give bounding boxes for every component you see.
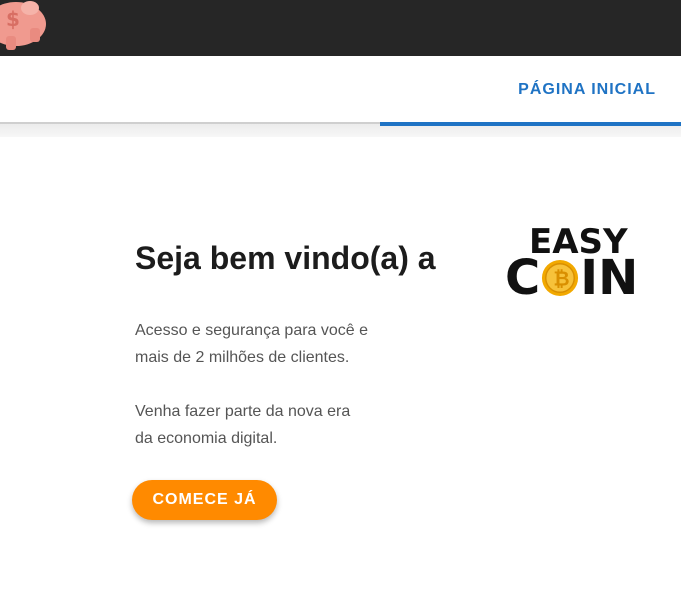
intro-paragraph: Acesso e segurança para você e mais de 2… — [135, 317, 435, 371]
get-started-button[interactable]: COMECE JÁ — [132, 480, 277, 520]
easy-coin-logo: EASY C ₿ IN — [505, 222, 640, 304]
logo-letters-in: IN — [580, 250, 639, 306]
intro-line-2: mais de 2 milhões de clientes. — [135, 349, 350, 366]
svg-text:$: $ — [6, 7, 20, 31]
tab-home-label: PÁGINA INICIAL — [518, 81, 656, 98]
intro-line-1: Acesso e segurança para você e — [135, 322, 369, 339]
tab-home[interactable]: PÁGINA INICIAL — [380, 56, 681, 126]
hero-title: Seja bem vindo(a) a — [135, 240, 436, 276]
svg-text:₿: ₿ — [554, 267, 570, 291]
bitcoin-coin-icon: ₿ — [542, 259, 579, 297]
logo-text-coin: C ₿ IN — [505, 254, 638, 302]
logo-letter-c: C — [505, 250, 541, 306]
invite-line-1: Venha fazer parte da nova era — [135, 403, 351, 420]
invite-paragraph: Venha fazer parte da nova era da economi… — [135, 398, 435, 452]
invite-line-2: da economia digital. — [135, 430, 278, 447]
piggy-bank-icon: $ — [0, 1, 46, 50]
top-bar: $ — [0, 0, 681, 56]
active-tab-indicator — [380, 122, 681, 126]
